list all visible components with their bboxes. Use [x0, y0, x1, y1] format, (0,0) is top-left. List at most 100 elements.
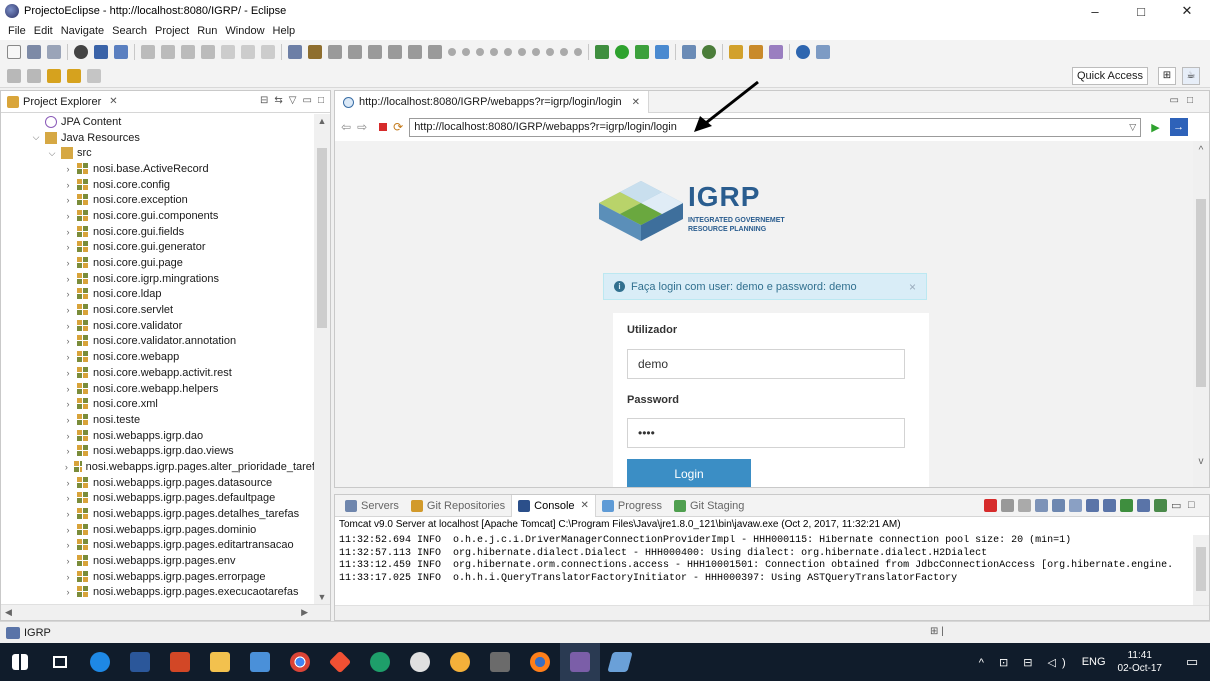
chevron-right-icon[interactable]: › — [63, 399, 73, 409]
menu-window[interactable]: Window — [221, 25, 268, 37]
chevron-right-icon[interactable]: › — [63, 587, 73, 597]
link-editor-icon[interactable]: ⇆ — [274, 95, 282, 106]
tree-item[interactable]: › nosi.core.servlet — [1, 302, 315, 318]
maximize-view-icon[interactable]: □ — [1188, 499, 1201, 512]
explorer-horizontal-scrollbar[interactable]: ◀ ▶ — [1, 604, 330, 620]
menu-run[interactable]: Run — [193, 25, 221, 37]
chevron-right-icon[interactable]: › — [63, 525, 73, 535]
taskbar-chrome[interactable] — [280, 643, 320, 681]
tree-item[interactable]: › nosi.webapps.igrp.pages.datasource — [1, 475, 315, 491]
scroll-lock-icon[interactable] — [1052, 499, 1065, 512]
debug-icon[interactable] — [74, 45, 88, 59]
minimize-button[interactable]: – — [1072, 0, 1118, 22]
login-button[interactable]: Login — [627, 459, 751, 487]
notification-icon[interactable]: ▭ — [1174, 654, 1210, 670]
scroll-right-icon[interactable]: ▶ — [301, 607, 308, 618]
console-horizontal-scrollbar[interactable] — [335, 605, 1209, 620]
back-icon[interactable] — [67, 68, 81, 83]
breakpoint-icon[interactable] — [348, 45, 362, 59]
new-server-icon[interactable] — [682, 45, 696, 59]
tree-item[interactable]: JPA Content — [1, 114, 315, 130]
tree-item[interactable]: ⌵ src — [1, 145, 315, 161]
scroll-thumb[interactable] — [317, 148, 327, 328]
chevron-right-icon[interactable]: › — [63, 258, 73, 268]
watch-icon[interactable] — [574, 48, 582, 56]
stop-icon[interactable] — [379, 123, 388, 131]
scroll-left-icon[interactable]: ◀ — [5, 607, 12, 618]
chevron-right-icon[interactable]: › — [63, 572, 73, 582]
project-explorer-title[interactable]: Project Explorer — [23, 96, 101, 108]
taskbar-app[interactable] — [600, 643, 640, 681]
open-console-icon[interactable] — [1154, 499, 1167, 512]
forward-icon[interactable] — [87, 68, 101, 83]
breakpoint-icon[interactable] — [328, 45, 342, 59]
save-icon[interactable] — [27, 45, 41, 59]
tab-servers[interactable]: Servers — [339, 495, 405, 517]
tree-item[interactable]: › nosi.core.validator — [1, 318, 315, 334]
publish-icon[interactable] — [308, 45, 322, 59]
taskbar-eclipse[interactable] — [560, 643, 600, 681]
taskbar-powerpoint[interactable] — [160, 643, 200, 681]
watch-icon[interactable] — [560, 48, 568, 56]
chevron-right-icon[interactable]: › — [63, 227, 73, 237]
word-wrap-icon[interactable] — [1069, 499, 1082, 512]
menu-project[interactable]: Project — [151, 25, 193, 37]
watch-icon[interactable] — [462, 48, 470, 56]
suspend-icon[interactable] — [161, 45, 175, 59]
chevron-right-icon[interactable]: › — [63, 431, 73, 441]
taskbar-network[interactable] — [240, 643, 280, 681]
chevron-right-icon[interactable]: › — [63, 242, 73, 252]
chevron-right-icon[interactable]: › — [63, 556, 73, 566]
chevron-right-icon[interactable]: › — [63, 415, 73, 425]
chevron-right-icon[interactable]: › — [63, 462, 70, 472]
scroll-down-icon[interactable]: v — [1193, 456, 1209, 467]
tree-item[interactable]: › nosi.core.webapp — [1, 349, 315, 365]
scroll-thumb[interactable] — [1196, 547, 1206, 591]
tree-item[interactable]: › nosi.webapps.igrp.pages.detalhes_tarefa… — [1, 506, 315, 522]
taskbar-explorer[interactable] — [200, 643, 240, 681]
chevron-right-icon[interactable]: › — [63, 446, 73, 456]
coverage-icon[interactable] — [655, 45, 669, 59]
remove-launch-icon[interactable] — [1001, 499, 1014, 512]
chevron-down-icon[interactable]: ▽ — [1129, 119, 1136, 136]
go-icon[interactable]: ▶ — [1151, 121, 1159, 134]
show-on-output-icon[interactable] — [1086, 499, 1099, 512]
tree-item[interactable]: › nosi.webapps.igrp.pages.env — [1, 553, 315, 569]
taskbar-app[interactable] — [400, 643, 440, 681]
disconnect-icon[interactable] — [201, 45, 215, 59]
scroll-down-icon[interactable]: ▼ — [314, 592, 330, 602]
status-indicator-icon[interactable]: ⊞ | — [930, 626, 944, 637]
watch-icon[interactable] — [504, 48, 512, 56]
tree-item[interactable]: › nosi.core.gui.fields — [1, 224, 315, 240]
browser-tab[interactable]: http://localhost:8080/IGRP/webapps?r=igr… — [335, 91, 650, 113]
chevron-right-icon[interactable]: › — [63, 384, 73, 394]
chevron-down-icon[interactable]: ⌵ — [47, 148, 57, 159]
chevron-right-icon[interactable]: › — [63, 211, 73, 221]
remove-all-icon[interactable] — [1018, 499, 1031, 512]
tree-item[interactable]: › nosi.webapps.igrp.pages.defaultpage — [1, 491, 315, 507]
forward-arrow-icon[interactable]: ⇨ — [357, 120, 367, 134]
open-task-icon[interactable] — [749, 45, 763, 59]
watch-icon[interactable] — [546, 48, 554, 56]
url-input[interactable]: http://localhost:8080/IGRP/webapps?r=igr… — [409, 117, 1142, 137]
menu-help[interactable]: Help — [269, 25, 300, 37]
breakpoint-icon[interactable] — [408, 45, 422, 59]
open-perspective-button[interactable]: ⊞ — [1158, 67, 1176, 85]
chevron-right-icon[interactable]: › — [63, 180, 73, 190]
tree-item[interactable]: › nosi.core.config — [1, 177, 315, 193]
edit-icon[interactable] — [769, 45, 783, 59]
chevron-right-icon[interactable]: › — [63, 478, 73, 488]
watch-icon[interactable] — [532, 48, 540, 56]
chevron-right-icon[interactable]: › — [63, 336, 73, 346]
external-tools-icon[interactable] — [595, 45, 609, 59]
refresh-icon[interactable]: ⟳ — [393, 120, 403, 134]
collapse-all-icon[interactable]: ⊟ — [260, 95, 268, 106]
taskbar-git[interactable] — [320, 643, 360, 681]
run-icon[interactable] — [615, 45, 629, 59]
quick-access-field[interactable]: Quick Access — [1071, 67, 1148, 85]
taskbar-edge[interactable] — [80, 643, 120, 681]
alert-close-icon[interactable]: × — [909, 280, 916, 294]
taskbar-firefox[interactable] — [520, 643, 560, 681]
menu-navigate[interactable]: Navigate — [57, 25, 108, 37]
clock[interactable]: 11:41 02-Oct-17 — [1118, 649, 1162, 675]
